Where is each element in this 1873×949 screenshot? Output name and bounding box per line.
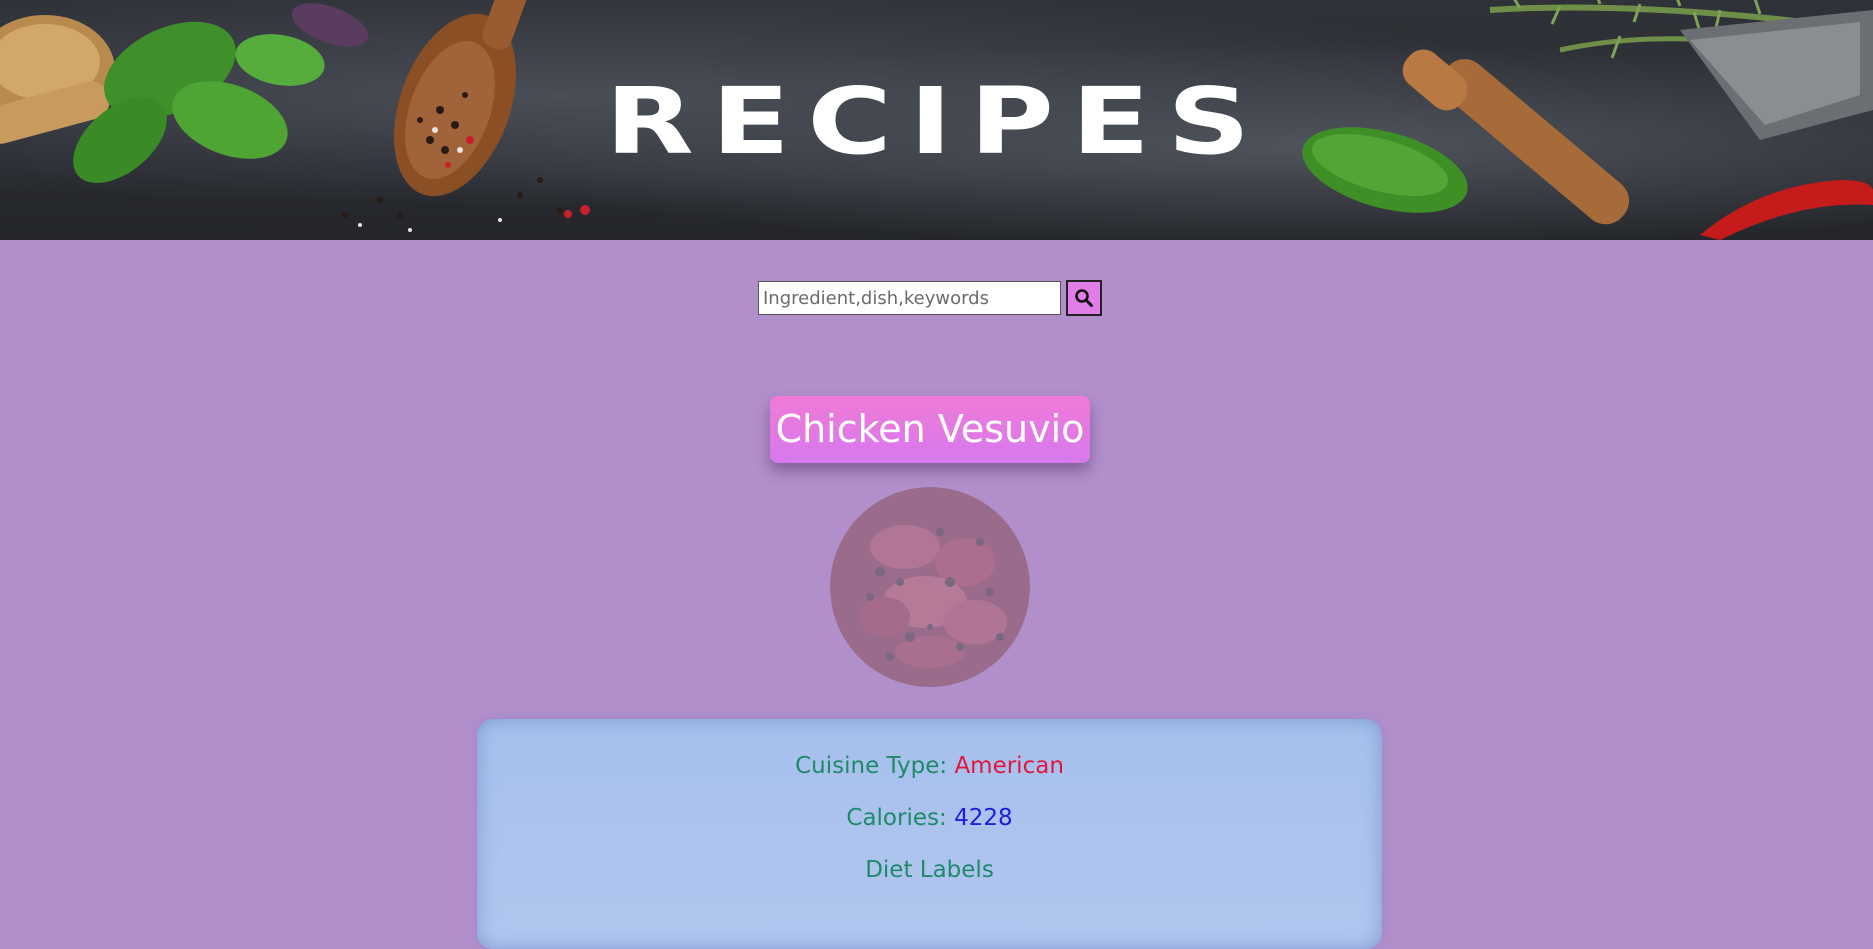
cuisine-type-value: American (954, 753, 1064, 779)
search-icon (1075, 289, 1093, 307)
search-button[interactable] (1066, 280, 1102, 316)
recipe-title: Chicken Vesuvio (770, 396, 1090, 463)
banner-title: RECIPES (605, 68, 1268, 175)
calories-value: 4228 (954, 805, 1013, 831)
search-form (758, 280, 1102, 316)
calories-label: Calories: (846, 805, 947, 831)
header-banner: RECIPES (0, 0, 1873, 240)
recipe-details-card: Cuisine Type: American Calories: 4228 Di… (477, 719, 1382, 949)
search-input[interactable] (758, 281, 1061, 315)
calories-row: Calories: 4228 (477, 805, 1382, 831)
recipe-image (830, 487, 1030, 687)
diet-labels-heading: Diet Labels (477, 857, 1382, 883)
cuisine-type-label: Cuisine Type: (795, 753, 948, 779)
diet-labels-heading-text: Diet Labels (865, 857, 994, 883)
cuisine-type-row: Cuisine Type: American (477, 753, 1382, 779)
